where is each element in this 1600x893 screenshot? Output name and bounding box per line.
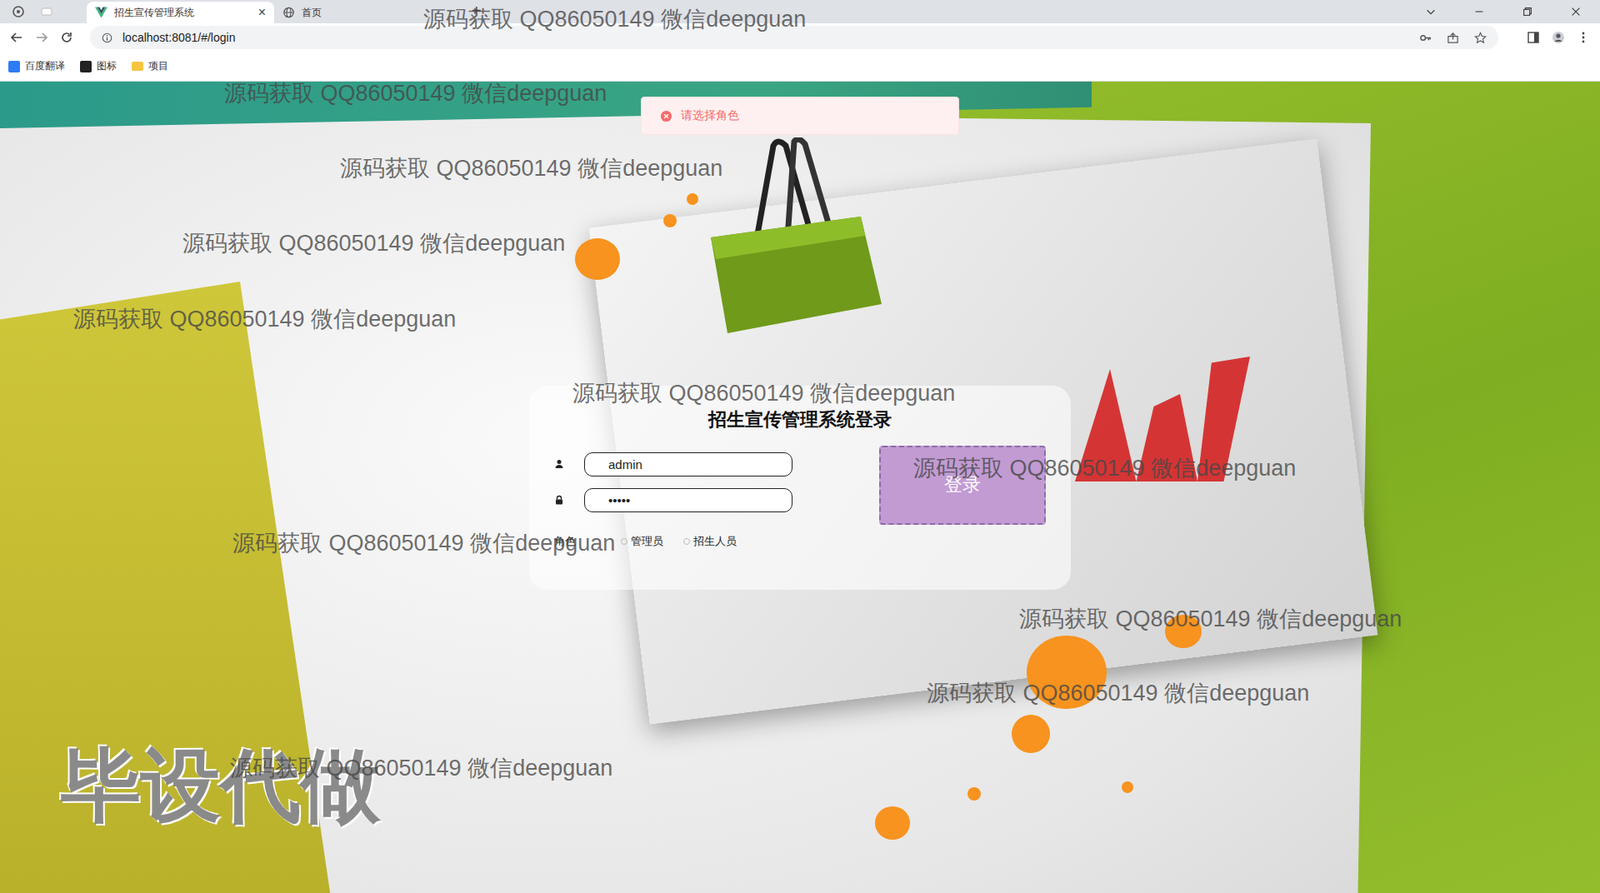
tab-close-button[interactable]: ×: [258, 5, 266, 20]
toast-message: 请选择角色: [680, 108, 740, 124]
globe-icon: [282, 6, 295, 19]
error-icon: [660, 110, 673, 123]
user-icon: [554, 459, 565, 470]
bookmark[interactable]: 图标: [80, 59, 117, 74]
watermark: 源码获取 QQ86050149 微信deepguan: [423, 4, 806, 35]
binder-clip-icon: [694, 137, 888, 338]
watermark: 源码获取 QQ86050149 微信deepguan: [340, 153, 723, 184]
paint-splat: [1026, 635, 1107, 710]
watermark: 源码获取 QQ86050149 微信deepguan: [182, 228, 565, 259]
vue-logo-icon: [95, 6, 108, 19]
share-icon[interactable]: [1446, 31, 1460, 45]
username-row: [554, 452, 796, 477]
role-group: 角色 管理员 招生人员: [554, 534, 796, 550]
back-icon[interactable]: [10, 30, 24, 45]
login-title: 招生宣传管理系统登录: [554, 407, 1046, 433]
side-panel-icon[interactable]: [1526, 30, 1540, 45]
login-card: 招生宣传管理系统登录角色 管理员 招生人员 登录: [529, 385, 1071, 590]
bookmark[interactable]: 项目: [131, 59, 169, 74]
paint-splat: [875, 806, 910, 840]
browser-window: 招生宣传管理系统 × 首页 + localhost:8081/#/login 百度翻译 图标…: [0, 0, 1600, 893]
tab-search-icon[interactable]: [11, 5, 25, 19]
role-option-label: 管理员: [630, 534, 664, 550]
login-button[interactable]: 登录: [879, 445, 1046, 525]
paint-splat: [1011, 715, 1050, 754]
bookmark-label: 百度翻译: [25, 59, 65, 74]
forward-icon[interactable]: [35, 30, 49, 45]
browser-tab[interactable]: 首页: [274, 1, 462, 24]
paint-splat: [575, 238, 620, 280]
tab-label: 招生宣传管理系统: [114, 5, 252, 20]
role-radio[interactable]: 管理员: [620, 534, 664, 550]
key-icon[interactable]: [1419, 31, 1432, 45]
paint-splat: [686, 193, 699, 205]
reload-icon[interactable]: [60, 30, 74, 45]
paint-splat: [967, 787, 981, 801]
watermark: 源码获取 QQ86050149 微信deepguan: [926, 678, 1310, 709]
paint-splat: [663, 214, 677, 228]
star-icon[interactable]: [1474, 31, 1487, 45]
watermark: 源码获取 QQ86050149 微信deepguan: [1019, 604, 1402, 635]
profile-icon[interactable]: [1551, 30, 1565, 45]
minimize-icon[interactable]: [1473, 5, 1485, 18]
radio-dot[interactable]: [620, 538, 628, 545]
radio-dot[interactable]: [683, 538, 690, 545]
url-field[interactable]: localhost:8081/#/login: [90, 25, 1499, 50]
bookmarks-bar: 百度翻译 图标 项目: [0, 51, 1600, 82]
watermark: 源码获取 QQ86050149 微信deepguan: [73, 304, 456, 335]
overlay-watermark: 毕设代做: [60, 733, 381, 842]
bookmark-icon: [131, 61, 144, 71]
role-option-label: 招生人员: [693, 534, 737, 550]
lock-icon: [554, 495, 565, 505]
role-radio[interactable]: 招生人员: [683, 534, 737, 550]
error-toast: 请选择角色: [640, 96, 960, 135]
new-tab-button[interactable]: +: [471, 1, 482, 21]
password-row: [554, 488, 796, 513]
browser-tab[interactable]: 招生宣传管理系统 ×: [86, 1, 275, 24]
tab-group-icon[interactable]: [40, 5, 54, 19]
watermark: 源码获取 QQ86050149 微信deepguan: [230, 753, 613, 784]
tab-bar: 招生宣传管理系统 × 首页 +: [0, 0, 1600, 24]
bookmark-icon: [8, 60, 20, 73]
password-input[interactable]: [584, 488, 793, 513]
address-bar: localhost:8081/#/login: [0, 23, 1600, 52]
role-label: 角色: [554, 534, 576, 550]
url-text: localhost:8081/#/login: [122, 30, 235, 45]
username-input[interactable]: [584, 452, 793, 477]
paint-splat: [1121, 781, 1134, 794]
menu-icon[interactable]: [1576, 30, 1590, 45]
tab-list-icon[interactable]: [1425, 5, 1437, 18]
bookmark-icon: [80, 60, 92, 73]
watermark: 源码获取 QQ86050149 微信deepguan: [224, 78, 607, 109]
bookmark-label: 项目: [148, 59, 169, 74]
login-page: 招生宣传管理系统登录角色 管理员 招生人员 登录 请选择角色: [0, 81, 1600, 893]
bookmark-label: 图标: [96, 59, 117, 74]
close-window-icon[interactable]: [1570, 5, 1582, 18]
paint-splat: [1165, 615, 1202, 649]
info-icon[interactable]: [101, 32, 113, 44]
bookmark[interactable]: 百度翻译: [8, 59, 65, 74]
tab-label: 首页: [301, 5, 454, 20]
restore-icon[interactable]: [1521, 5, 1534, 18]
